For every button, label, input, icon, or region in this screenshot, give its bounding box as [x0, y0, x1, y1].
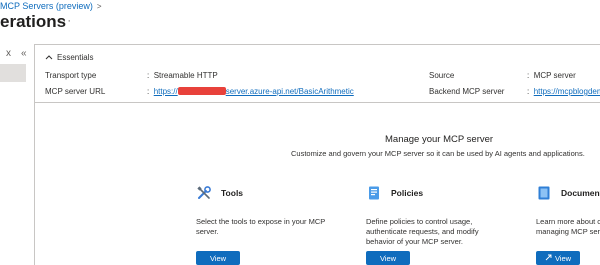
manage-title: Manage your MCP server [385, 134, 494, 145]
book-icon [536, 185, 552, 201]
manage-subtitle: Customize and govern your MCP server so … [291, 149, 585, 158]
breadcrumb-link-mcp-servers[interactable]: MCP Servers (preview) [0, 1, 93, 11]
policy-document-icon [366, 185, 382, 201]
close-icon[interactable]: x [6, 48, 11, 59]
tools-card: Tools Select the tools to expose in your… [196, 183, 346, 237]
essentials-divider [35, 102, 600, 103]
mcp-server-url-value: : https://server.azure-api.net/BasicArit… [147, 87, 354, 96]
tools-description: Select the tools to expose in your MCP s… [196, 217, 326, 236]
policies-description: Define policies to control usage, authen… [366, 217, 479, 246]
backend-mcp-server-label: Backend MCP server [429, 87, 505, 96]
tools-view-button[interactable]: View [196, 251, 240, 265]
tools-title: Tools [221, 188, 244, 198]
breadcrumb-separator: > [96, 1, 102, 11]
left-nav-selected-item[interactable] [0, 64, 26, 82]
documentation-view-button[interactable]: View [536, 251, 580, 265]
source-label: Source [429, 71, 455, 80]
backend-mcp-server-link[interactable]: https://mcpblogdemo [534, 87, 600, 96]
breadcrumb: MCP Servers (preview) > [0, 0, 102, 12]
collapse-nav-icon[interactable]: « [21, 48, 27, 59]
policies-view-button[interactable]: View [366, 251, 410, 265]
policies-title: Policies [391, 188, 424, 198]
mcp-server-url-label: MCP server URL [45, 87, 106, 96]
documentation-card: Documentati Learn more about cr managing… [536, 183, 600, 237]
source-value: : MCP server [527, 71, 576, 80]
mcp-server-url-link[interactable]: https://server.azure-api.net/BasicArithm… [154, 87, 354, 96]
essentials-label: Essentials [57, 53, 94, 62]
main-content: Essentials Transport type : Streamable H… [34, 44, 600, 265]
wrench-screwdriver-icon [196, 185, 212, 201]
documentation-title: Documentati [561, 188, 600, 198]
transport-type-value: : Streamable HTTP [147, 71, 218, 80]
documentation-description: Learn more about cr managing MCP serve [536, 217, 600, 236]
backend-mcp-server-value: : https://mcpblogdemo [527, 87, 600, 96]
transport-type-label: Transport type [45, 71, 97, 80]
essentials-toggle[interactable]: Essentials [45, 53, 93, 62]
page-title: erations [0, 12, 67, 31]
external-link-icon [545, 254, 552, 263]
chevron-up-icon [45, 53, 53, 62]
left-nav-controls: x « [6, 48, 27, 59]
policies-card: Policies Define policies to control usag… [366, 183, 516, 247]
more-options-icon[interactable]: ··· [58, 15, 72, 27]
redaction-mark [177, 87, 226, 95]
